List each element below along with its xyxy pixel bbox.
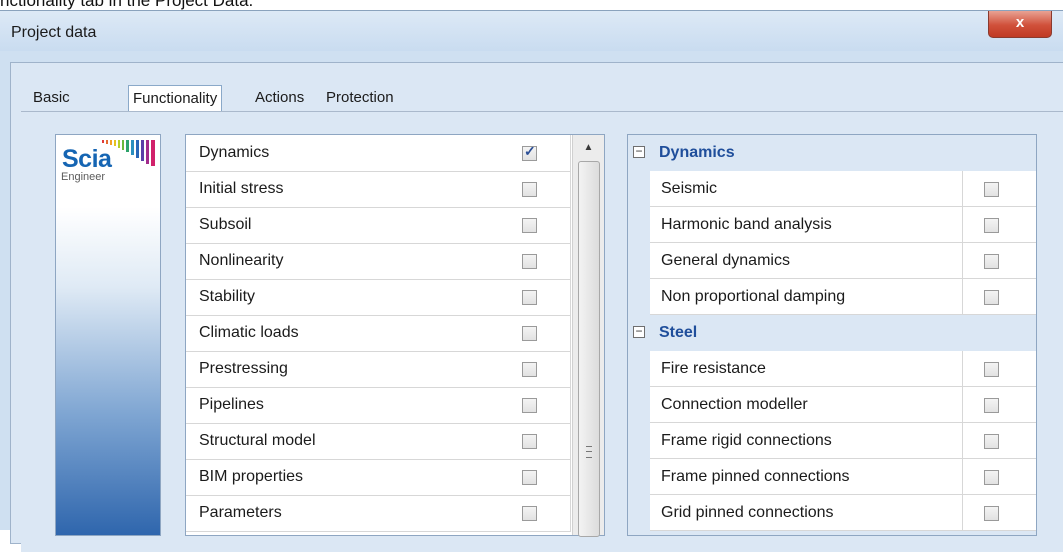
property-label: Frame rigid connections — [661, 432, 832, 449]
dialog-title: Project data — [11, 24, 97, 41]
list-item-label: Pipelines — [199, 396, 264, 413]
section-dynamics[interactable]: − Dynamics — [628, 135, 1036, 171]
property-label: Connection modeller — [661, 396, 808, 413]
functionality-panel: Scia Engineer Dynamics Initial stress Su… — [21, 111, 1063, 552]
close-icon: x — [1015, 14, 1025, 31]
list-item-pipelines[interactable]: Pipelines — [186, 387, 571, 424]
general-dynamics-checkbox[interactable] — [984, 254, 999, 269]
scroll-thumb[interactable] — [578, 161, 600, 537]
property-label: Frame pinned connections — [661, 468, 850, 485]
property-frame-pinned-connections[interactable]: Frame pinned connections — [628, 459, 1036, 495]
logo-subtitle: Engineer — [61, 171, 106, 183]
subsoil-checkbox[interactable] — [522, 218, 537, 233]
list-item-label: Initial stress — [199, 180, 284, 197]
list-item-label: Climatic loads — [199, 324, 299, 341]
property-label: Harmonic band analysis — [661, 216, 832, 233]
section-title: Dynamics — [659, 144, 735, 161]
section-steel[interactable]: − Steel — [628, 315, 1036, 351]
document-caption-strip: nctionality tab in the Project Data. — [0, 0, 1063, 10]
scroll-up-arrow-icon[interactable]: ▲ — [573, 135, 604, 161]
list-item-label: Parameters — [199, 504, 282, 521]
list-scrollbar[interactable]: ▲ — [572, 135, 604, 537]
section-title: Steel — [659, 324, 698, 341]
property-label: Non proportional damping — [661, 288, 846, 305]
property-connection-modeller[interactable]: Connection modeller — [628, 387, 1036, 423]
tab-actions[interactable]: Actions — [251, 85, 308, 111]
collapse-icon[interactable]: − — [633, 145, 645, 158]
grid-pinned-connections-checkbox[interactable] — [984, 506, 999, 521]
list-item-initial-stress[interactable]: Initial stress — [186, 171, 571, 208]
property-frame-rigid-connections[interactable]: Frame rigid connections — [628, 423, 1036, 459]
dynamics-checkbox[interactable] — [522, 143, 537, 161]
list-item-climatic-loads[interactable]: Climatic loads — [186, 315, 571, 352]
tab-basic-data[interactable]: Basic data — [29, 85, 74, 132]
property-non-proportional-damping[interactable]: Non proportional damping — [628, 279, 1036, 315]
property-general-dynamics[interactable]: General dynamics — [628, 243, 1036, 279]
pipelines-checkbox[interactable] — [522, 398, 537, 413]
frame-pinned-connections-checkbox[interactable] — [984, 470, 999, 485]
property-grid-pinned-connections[interactable]: Grid pinned connections — [628, 495, 1036, 531]
fire-resistance-checkbox[interactable] — [984, 362, 999, 377]
scia-engineer-logo: Scia Engineer — [55, 134, 161, 536]
property-label: Grid pinned connections — [661, 504, 834, 521]
list-item-bim-properties[interactable]: BIM properties — [186, 459, 571, 496]
list-item-structural-model[interactable]: Structural model — [186, 423, 571, 460]
harmonic-band-analysis-checkbox[interactable] — [984, 218, 999, 233]
non-proportional-damping-checkbox[interactable] — [984, 290, 999, 305]
document-caption: nctionality tab in the Project Data. — [0, 0, 254, 10]
initial-stress-checkbox[interactable] — [522, 182, 537, 197]
property-harmonic-band-analysis[interactable]: Harmonic band analysis — [628, 207, 1036, 243]
climatic-loads-checkbox[interactable] — [522, 326, 537, 341]
stability-checkbox[interactable] — [522, 290, 537, 305]
list-item-prestressing[interactable]: Prestressing — [186, 351, 571, 388]
property-label: Fire resistance — [661, 360, 766, 377]
list-item-label: Subsoil — [199, 216, 252, 233]
bim-properties-checkbox[interactable] — [522, 470, 537, 485]
list-item-label: Structural model — [199, 432, 316, 449]
close-button[interactable]: x — [988, 11, 1052, 38]
list-item-label: BIM properties — [199, 468, 304, 485]
list-item-parameters[interactable]: Parameters — [186, 495, 571, 532]
list-item-label: Prestressing — [199, 360, 288, 377]
tab-protection[interactable]: Protection — [322, 85, 398, 111]
collapse-icon[interactable]: − — [633, 325, 645, 338]
list-item-label: Nonlinearity — [199, 252, 284, 269]
tab-functionality[interactable]: Functionality — [128, 85, 223, 113]
logo-brand: Scia — [62, 145, 112, 173]
property-seismic[interactable]: Seismic — [628, 171, 1036, 207]
list-item-label: Dynamics — [199, 144, 270, 161]
connection-modeller-checkbox[interactable] — [984, 398, 999, 413]
grip-icon — [586, 446, 592, 458]
dialog-client-area: Basic data Functionality Actions Protect… — [10, 62, 1063, 552]
nonlinearity-checkbox[interactable] — [522, 254, 537, 269]
title-bar: Project data x — [0, 11, 1063, 51]
property-grid: − Dynamics Seismic Harmonic band analysi… — [627, 134, 1037, 536]
frame-rigid-connections-checkbox[interactable] — [984, 434, 999, 449]
property-fire-resistance[interactable]: Fire resistance — [628, 351, 1036, 387]
prestressing-checkbox[interactable] — [522, 362, 537, 377]
list-item-nonlinearity[interactable]: Nonlinearity — [186, 243, 571, 280]
list-item-dynamics[interactable]: Dynamics — [186, 135, 571, 172]
list-item-subsoil[interactable]: Subsoil — [186, 207, 571, 244]
functionality-list: Dynamics Initial stress Subsoil Nonlinea… — [185, 134, 605, 537]
parameters-checkbox[interactable] — [522, 506, 537, 521]
structural-model-checkbox[interactable] — [522, 434, 537, 449]
property-label: General dynamics — [661, 252, 790, 269]
project-data-dialog: Project data x Basic data Functionality … — [0, 10, 1063, 552]
seismic-checkbox[interactable] — [984, 182, 999, 197]
list-item-label: Stability — [199, 288, 256, 305]
list-item-stability[interactable]: Stability — [186, 279, 571, 316]
property-label: Seismic — [661, 180, 718, 197]
